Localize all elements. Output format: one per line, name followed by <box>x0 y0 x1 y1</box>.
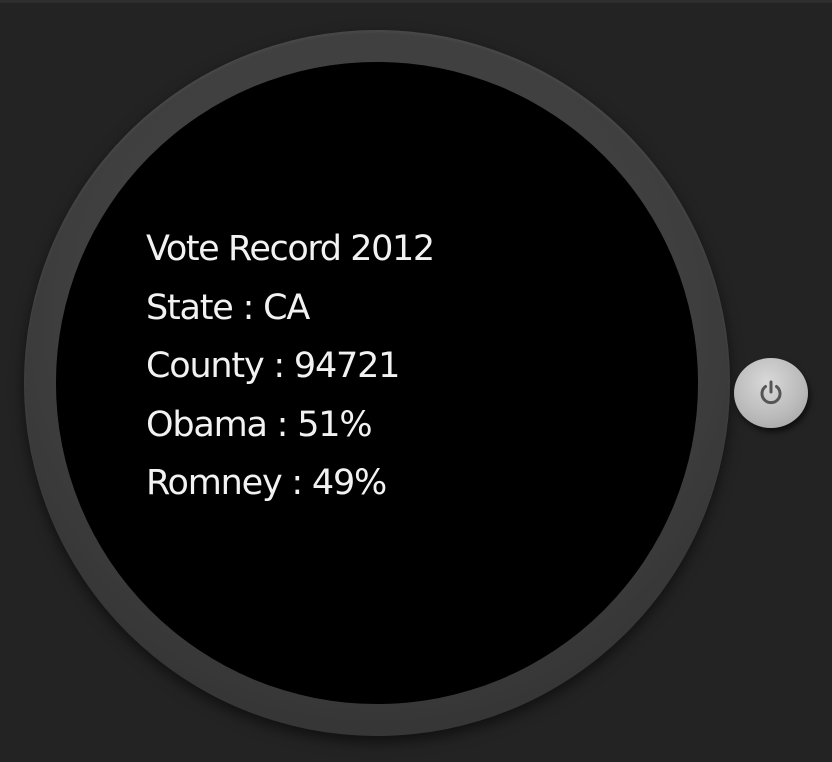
record-title: Vote Record 2012 <box>146 229 435 269</box>
state-line: State : CA <box>146 287 310 328</box>
county-line: County : 94721 <box>146 346 400 386</box>
window-top-edge <box>0 0 832 3</box>
power-icon <box>760 380 782 405</box>
obama-line: Obama : 51% <box>146 404 373 445</box>
vote-record-text: Vote Record 2012 State : CA County : 947… <box>146 220 435 513</box>
romney-line: Romney : 49% <box>146 463 387 503</box>
watch-screen[interactable]: Vote Record 2012 State : CA County : 947… <box>56 62 698 704</box>
power-button[interactable] <box>734 358 808 428</box>
emulator-window: Vote Record 2012 State : CA County : 947… <box>0 0 832 762</box>
